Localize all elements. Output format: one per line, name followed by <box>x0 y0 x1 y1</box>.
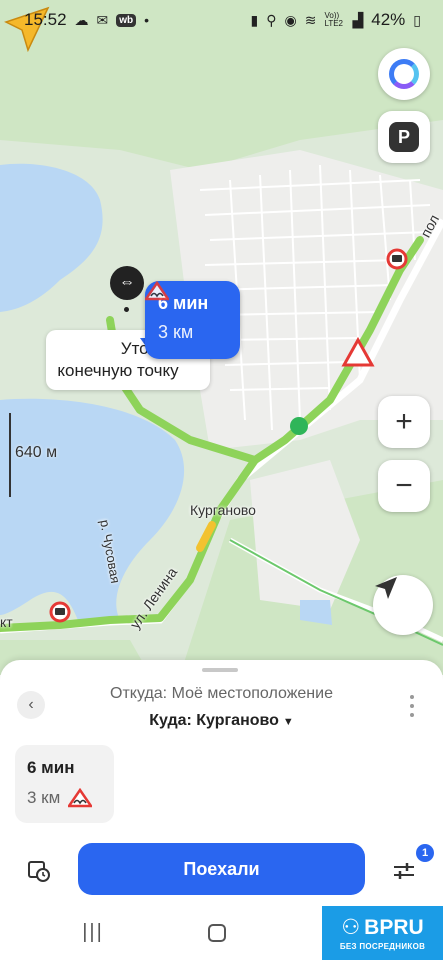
parking-icon: P <box>389 122 419 152</box>
wb-app-icon: wb <box>116 13 137 27</box>
sheet-handle[interactable] <box>202 668 238 672</box>
route-option-time: 6 мин <box>27 758 75 777</box>
watermark-logo: ⚇ BPRU БЕЗ ПОСРЕДНИКОВ <box>322 906 443 960</box>
route-settings-button[interactable] <box>388 856 420 886</box>
home-button[interactable] <box>208 923 227 942</box>
navigation-arrow-icon <box>375 577 397 599</box>
recents-button[interactable]: ||| <box>82 921 104 944</box>
locate-me-button[interactable] <box>373 575 433 635</box>
dot-icon: • <box>144 12 150 28</box>
calendar-clock-icon <box>28 861 50 882</box>
route-bubble[interactable]: 6 мин 3 км <box>145 281 240 359</box>
road-bumps-icon <box>68 788 93 808</box>
settings-badge: 1 <box>416 844 434 862</box>
watermark-title: BPRU <box>364 915 424 939</box>
parking-button[interactable]: P <box>378 111 430 163</box>
watermark-subtitle: БЕЗ ПОСРЕДНИКОВ <box>339 942 426 951</box>
weather-icon: ☁ <box>74 11 89 28</box>
sliders-icon <box>394 863 414 879</box>
location-icon: ⚲ <box>266 11 277 28</box>
more-options-button[interactable] <box>402 693 422 719</box>
schedule-button[interactable] <box>24 856 54 886</box>
hint-line-2: конечную точку <box>57 361 179 380</box>
mail-icon: ✉ <box>96 11 109 28</box>
caret-down-icon: ▼ <box>282 716 294 728</box>
hotspot-icon: ◉ <box>284 11 297 28</box>
scale-label: 640 м <box>15 444 58 461</box>
alice-button[interactable] <box>378 48 430 100</box>
status-time: 15:52 <box>24 10 67 29</box>
battery-level: 42% <box>371 10 406 29</box>
to-selector[interactable]: Куда: Курганово ▼ <box>0 712 443 730</box>
endpoint-marker-icon[interactable]: ⇔ <box>110 266 144 300</box>
status-bar: 15:52 ☁ ✉ wb • ▮ ⚲ ◉ ≋ Vo)) LTE2 ▟ 42% ▯ <box>0 0 443 40</box>
alice-icon <box>389 59 419 89</box>
network-label: Vo)) LTE2 <box>324 11 343 28</box>
to-label: Куда: Курганово <box>149 712 279 729</box>
map-label-town: Курганово <box>190 502 256 518</box>
route-bubble-distance: 3 км <box>158 322 194 342</box>
map-view[interactable]: Курганово пол ул. Ленина р. Чусовая кт 6… <box>0 0 443 675</box>
scale-bar <box>9 413 11 497</box>
from-label[interactable]: Откуда: Моё местоположение <box>0 685 443 703</box>
battery-icon: ▯ <box>413 11 421 28</box>
map-label-road-left: кт <box>0 614 13 630</box>
wifi-icon: ≋ <box>304 11 317 28</box>
people-icon: ⚇ <box>341 916 361 939</box>
zoom-out-button[interactable]: − <box>378 460 430 512</box>
route-option-distance: 3 км <box>27 788 61 807</box>
endpoint-dot <box>124 307 129 312</box>
road-bumps-icon <box>145 281 169 301</box>
route-option-card[interactable]: 6 мин 3 км <box>15 745 114 823</box>
zoom-in-button[interactable]: + <box>378 396 430 448</box>
go-button[interactable]: Поехали <box>78 843 365 895</box>
signal-icon: ▟ <box>352 11 364 28</box>
battery-saver-icon: ▮ <box>250 11 259 28</box>
